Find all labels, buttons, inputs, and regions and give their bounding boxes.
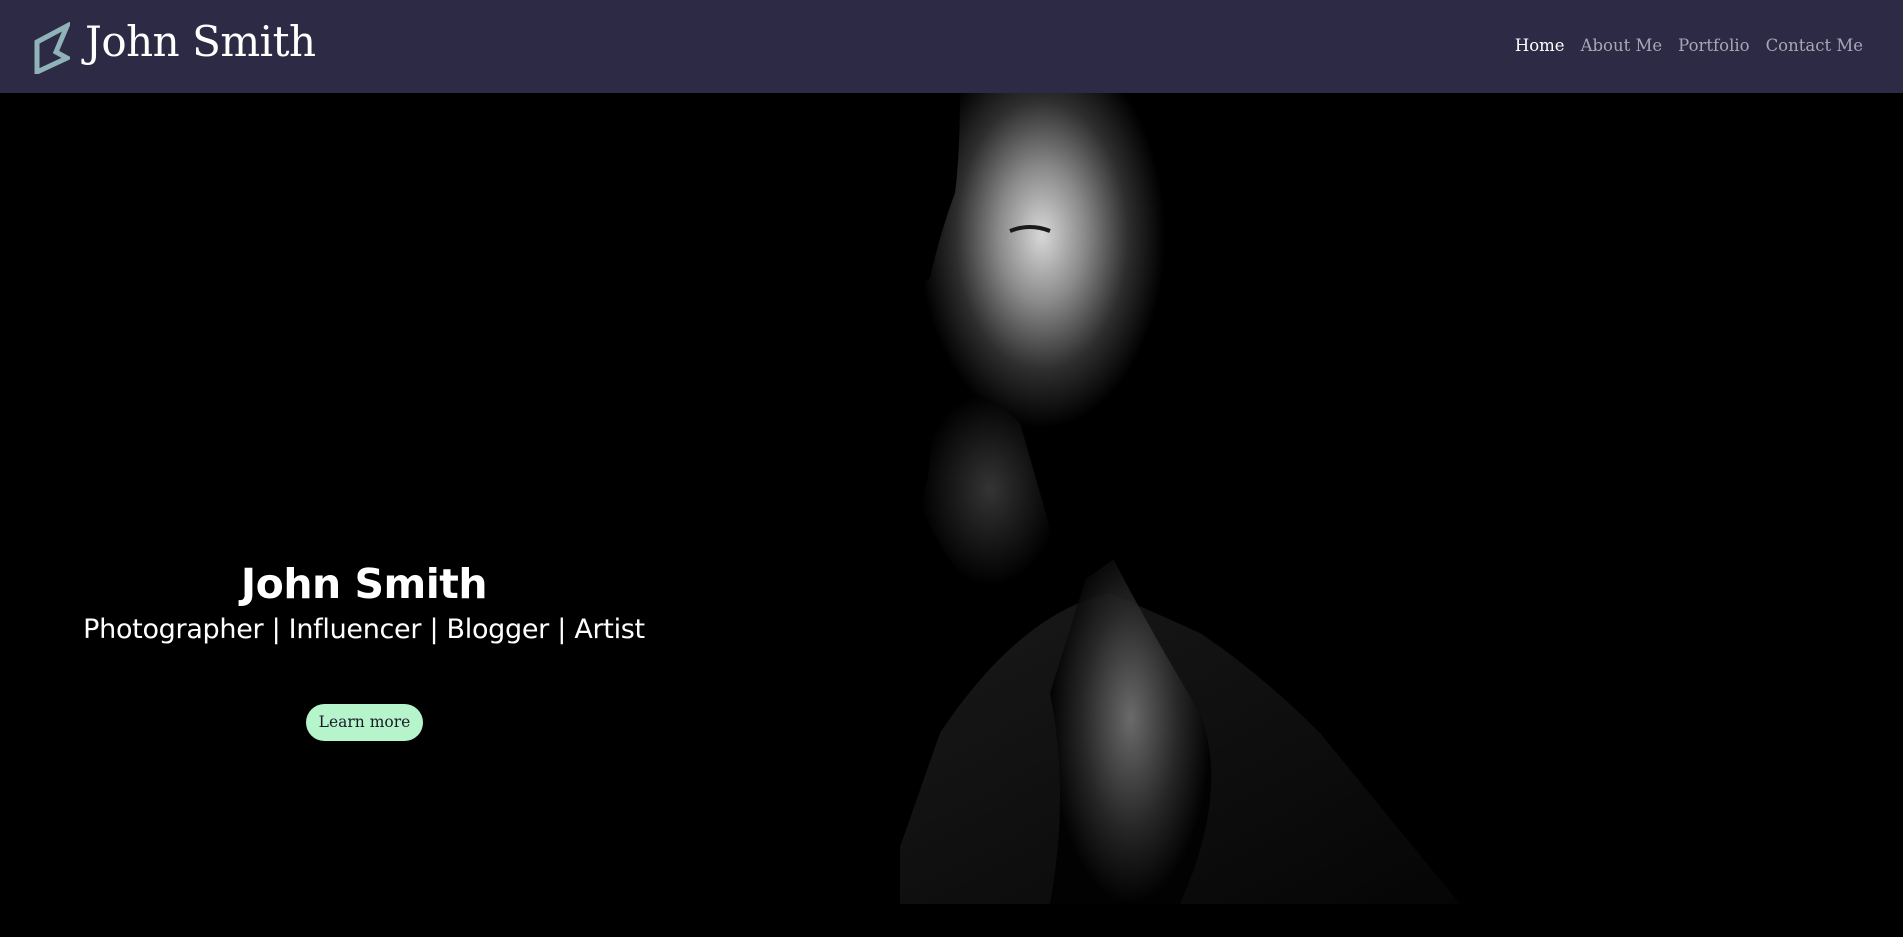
nav-portfolio-link[interactable]: Portfolio: [1678, 36, 1749, 55]
hero-title: John Smith: [240, 560, 488, 608]
learn-more-button[interactable]: Learn more: [306, 704, 423, 741]
nav-contact-me-link[interactable]: Contact Me: [1766, 36, 1863, 55]
nav-about-me-link[interactable]: About Me: [1581, 36, 1663, 55]
hero-text-block: John Smith Photographer | Influencer | B…: [0, 558, 728, 650]
hero-subtitle: Photographer | Influencer | Blogger | Ar…: [83, 614, 645, 645]
top-navbar: John Smith Home About Me Portfolio Conta…: [0, 0, 1903, 93]
brand-name: John Smith: [85, 17, 316, 66]
hero-section: John Smith Photographer | Influencer | B…: [0, 93, 1903, 904]
page-bottom-strip: [0, 904, 1903, 937]
profile-portrait-photo: [900, 93, 1460, 904]
triangle-logo-icon: [34, 22, 70, 74]
brand[interactable]: John Smith: [34, 20, 316, 76]
nav-home-link[interactable]: Home: [1515, 36, 1565, 55]
main-nav: Home About Me Portfolio Contact Me: [1499, 36, 1863, 55]
